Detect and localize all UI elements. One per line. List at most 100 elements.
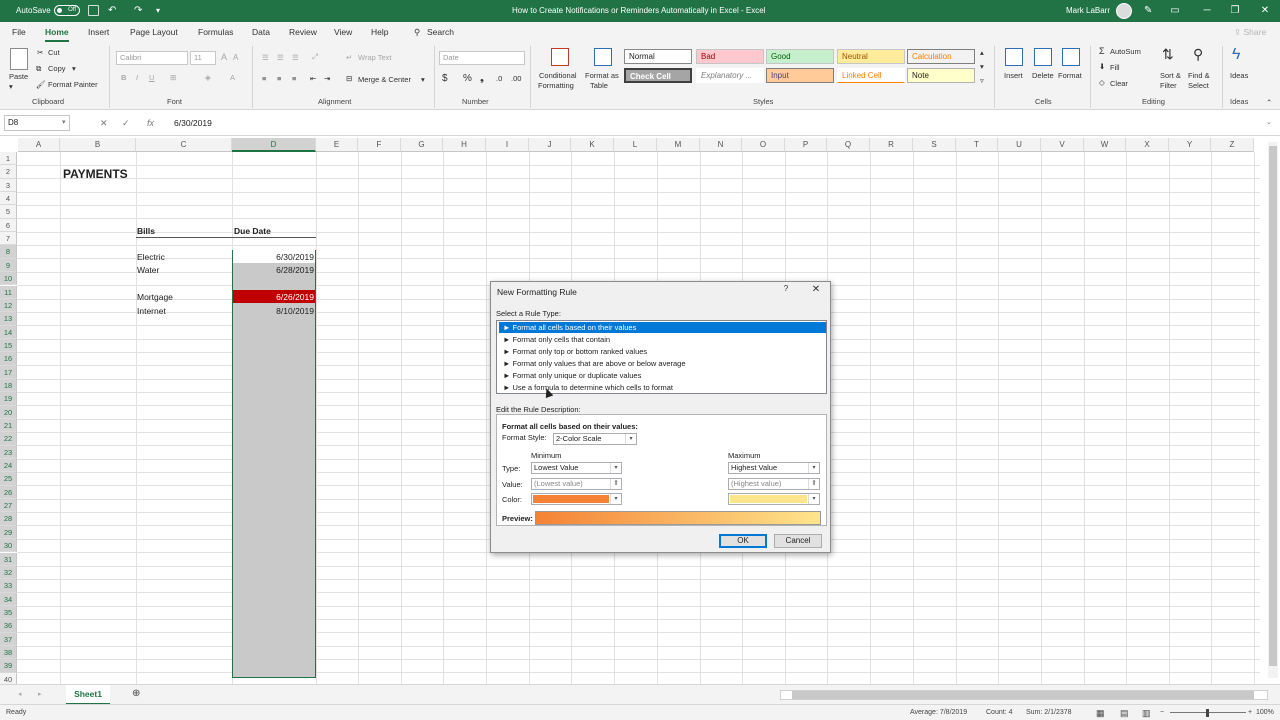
column-header-f[interactable]: F <box>358 138 401 152</box>
due-water[interactable]: 6/28/2019 <box>276 265 314 275</box>
tab-insert[interactable]: Insert <box>88 22 109 42</box>
format-style-select[interactable]: 2-Color Scale ▾ <box>553 433 637 445</box>
paste-icon[interactable] <box>10 48 28 70</box>
bills-header[interactable]: Bills <box>137 226 155 236</box>
ok-button[interactable]: OK <box>719 534 767 548</box>
column-header-o[interactable]: O <box>742 138 785 152</box>
customize-qat-icon[interactable]: ▾ <box>156 0 160 22</box>
row-header[interactable]: 6 <box>0 218 17 233</box>
delete-cells-icon[interactable] <box>1034 48 1052 66</box>
rule-item-cells-contain[interactable]: ► Format only cells that contain <box>499 334 826 345</box>
increase-indent-icon[interactable]: ⇥ <box>324 74 330 83</box>
number-format-select[interactable]: Date <box>439 51 525 65</box>
row-header[interactable]: 13 <box>0 312 17 326</box>
currency-icon[interactable]: $ <box>442 73 448 84</box>
align-center-icon[interactable]: ≡ <box>277 74 281 83</box>
percent-icon[interactable]: % <box>463 73 472 84</box>
row-header[interactable]: 37 <box>0 632 17 646</box>
redo-icon[interactable]: ↷ <box>134 0 142 22</box>
sort-filter-button[interactable]: Sort & <box>1160 71 1181 80</box>
enter-icon[interactable]: ✓ <box>122 115 130 131</box>
tab-home[interactable]: Home <box>45 22 69 42</box>
align-top-icon[interactable]: ☰ <box>262 53 269 62</box>
style-linked-cell[interactable]: Linked Cell <box>837 68 905 83</box>
ideas-icon[interactable]: ϟ <box>1232 46 1240 64</box>
wrap-text-icon[interactable]: ↵ <box>346 53 352 62</box>
style-bad[interactable]: Bad <box>696 49 764 64</box>
max-type-select[interactable]: Highest Value ▾ <box>728 462 820 474</box>
merge-dropdown-icon[interactable]: ▾ <box>421 75 425 84</box>
sheet-tab-sheet1[interactable]: Sheet1 <box>66 685 110 705</box>
row-header[interactable]: 40 <box>0 672 17 684</box>
decrease-indent-icon[interactable]: ⇤ <box>310 74 316 83</box>
bold-icon[interactable]: B <box>121 73 126 82</box>
orientation-icon[interactable]: ⤢ <box>312 52 318 62</box>
column-header-b[interactable]: B <box>60 138 136 152</box>
borders-icon[interactable]: ⊞ <box>170 73 176 82</box>
styles-scroll-up-icon[interactable]: ▴ <box>980 48 984 57</box>
comma-icon[interactable]: ❟ <box>480 73 484 84</box>
row-header[interactable]: 33 <box>0 579 17 593</box>
page-layout-view-icon[interactable]: ▤ <box>1120 705 1129 720</box>
column-header-h[interactable]: H <box>443 138 486 152</box>
conditional-formatting-label2[interactable]: Formatting <box>538 81 574 90</box>
formula-input[interactable]: 6/30/2019 <box>174 115 212 131</box>
style-calculation[interactable]: Calculation <box>907 49 975 64</box>
row-header[interactable]: 23 <box>0 445 17 460</box>
column-header-m[interactable]: M <box>657 138 700 152</box>
style-check-cell[interactable]: Check Cell <box>624 68 692 83</box>
tab-help[interactable]: Help <box>371 22 388 42</box>
column-header-i[interactable]: I <box>486 138 529 152</box>
clear-icon[interactable]: ◇ <box>1099 78 1105 87</box>
italic-icon[interactable]: I <box>136 73 138 82</box>
tab-review[interactable]: Review <box>289 22 317 42</box>
bill-mortgage[interactable]: Mortgage <box>137 292 173 302</box>
fill-color-icon[interactable]: ◈ <box>205 73 211 82</box>
row-header[interactable]: 7 <box>0 232 17 246</box>
font-size-select[interactable]: 11 <box>190 51 216 65</box>
align-right-icon[interactable]: ≡ <box>292 74 296 83</box>
row-header[interactable]: 22 <box>0 432 17 446</box>
sort-filter-icon[interactable]: ⇅ <box>1162 46 1174 63</box>
column-header-u[interactable]: U <box>998 138 1041 152</box>
row-header[interactable]: 35 <box>0 605 17 620</box>
status-sum[interactable]: Sum: 2/1/2378 <box>1026 705 1072 720</box>
pen-icon[interactable]: ✎ <box>1144 0 1152 22</box>
row-header[interactable]: 10 <box>0 272 17 286</box>
collapse-ribbon-icon[interactable]: ⌃ <box>1266 98 1272 107</box>
delete-cells-button[interactable]: Delete <box>1032 71 1054 80</box>
row-header[interactable]: 36 <box>0 619 17 633</box>
style-input[interactable]: Input <box>766 68 834 83</box>
find-select-button[interactable]: Find & <box>1188 71 1210 80</box>
column-header-l[interactable]: L <box>614 138 657 152</box>
column-header-x[interactable]: X <box>1126 138 1169 152</box>
row-header[interactable]: 20 <box>0 405 17 419</box>
range-select-icon[interactable]: ⬆ <box>808 479 819 489</box>
row-header[interactable]: 3 <box>0 178 17 193</box>
column-header-a[interactable]: A <box>18 138 60 152</box>
save-icon[interactable] <box>88 5 99 16</box>
sort-filter-label2[interactable]: Filter <box>1160 81 1177 90</box>
row-header[interactable]: 24 <box>0 459 17 473</box>
status-count[interactable]: Count: 4 <box>986 705 1012 720</box>
avatar[interactable] <box>1116 3 1132 19</box>
decrease-decimal-icon[interactable]: .00 <box>511 74 521 83</box>
row-header[interactable]: 21 <box>0 419 17 433</box>
row-header[interactable]: 14 <box>0 325 17 339</box>
normal-view-icon[interactable]: ▦ <box>1096 705 1105 720</box>
zoom-slider-thumb[interactable] <box>1206 709 1209 717</box>
column-header-q[interactable]: Q <box>827 138 870 152</box>
zoom-out-icon[interactable]: − <box>1160 705 1164 720</box>
merge-center-button[interactable]: Merge & Center <box>358 75 411 84</box>
paste-button[interactable]: Paste <box>9 72 28 81</box>
column-header-d[interactable]: D <box>232 138 316 152</box>
align-left-icon[interactable]: ≡ <box>262 74 266 83</box>
format-as-table-icon[interactable] <box>594 48 612 66</box>
page-break-view-icon[interactable]: ▥ <box>1142 705 1151 720</box>
row-header[interactable]: 11 <box>0 285 17 299</box>
restore-button[interactable]: ❐ <box>1220 0 1250 22</box>
styles-more-icon[interactable]: ▿ <box>980 76 984 85</box>
next-sheet-icon[interactable]: ▸ <box>38 687 42 703</box>
insert-cells-button[interactable]: Insert <box>1004 71 1023 80</box>
decrease-font-icon[interactable]: A <box>233 53 238 62</box>
